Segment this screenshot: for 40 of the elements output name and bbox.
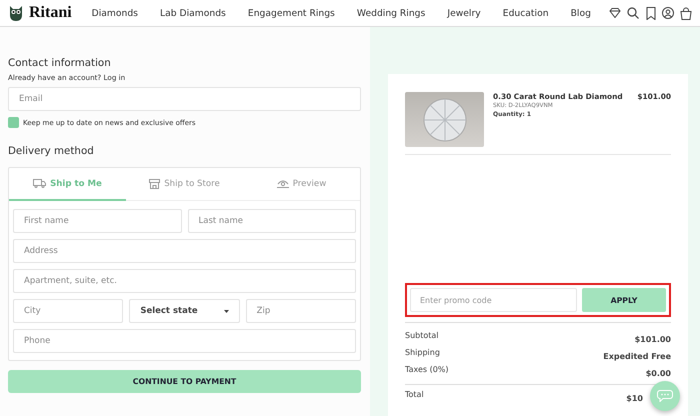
input-field[interactable]: Last name — [188, 209, 356, 233]
logo-text[interactable]: Ritani — [29, 4, 72, 22]
input-field[interactable]: First name — [13, 209, 182, 233]
promo-code-field[interactable]: Enter promo code — [410, 288, 577, 312]
summary-value: $101.00 — [634, 335, 671, 344]
total-value: $10 — [626, 394, 643, 403]
section-title: Delivery method — [8, 145, 94, 157]
bag-icon[interactable] — [680, 6, 692, 20]
nav-link[interactable]: Education — [502, 8, 549, 18]
eye-icon — [276, 179, 289, 188]
summary-label: Taxes (0%) — [405, 365, 449, 376]
total-label: Total — [405, 390, 424, 401]
nav-link[interactable]: Diamonds — [92, 8, 138, 18]
truck-icon — [33, 179, 46, 188]
summary-label: Subtotal — [405, 331, 439, 342]
diamond-icon[interactable] — [609, 8, 621, 18]
search-icon[interactable] — [627, 7, 639, 19]
bookmark-icon[interactable] — [645, 6, 656, 20]
input-field[interactable]: Phone — [13, 329, 356, 353]
nav-link[interactable]: Engagement Rings — [248, 8, 335, 18]
nav-link[interactable]: Wedding Rings — [356, 8, 426, 18]
caret-icon — [224, 310, 229, 312]
input-field[interactable]: Address — [13, 239, 356, 263]
summary-value: Expedited Free — [603, 352, 671, 361]
input-field[interactable]: Zip — [246, 299, 356, 323]
nav-link[interactable]: Blog — [570, 8, 591, 18]
chat-bubble-icon — [657, 390, 673, 402]
email-field[interactable]: Email — [8, 87, 361, 111]
input-field[interactable]: Apartment, suite, etc. — [13, 269, 356, 293]
store-icon — [149, 178, 160, 188]
state-select[interactable]: Select state — [129, 299, 240, 323]
owl-logo-icon[interactable] — [8, 4, 24, 22]
user-icon[interactable] — [662, 7, 674, 19]
input-field[interactable]: City — [13, 299, 124, 323]
summary-value: $0.00 — [646, 369, 671, 378]
section-title: Contact information — [8, 57, 111, 69]
checkbox[interactable] — [8, 117, 19, 128]
summary-label: Shipping — [405, 348, 440, 359]
nav-link[interactable]: Lab Diamonds — [160, 8, 226, 18]
nav-link[interactable]: Jewelry — [447, 8, 481, 18]
